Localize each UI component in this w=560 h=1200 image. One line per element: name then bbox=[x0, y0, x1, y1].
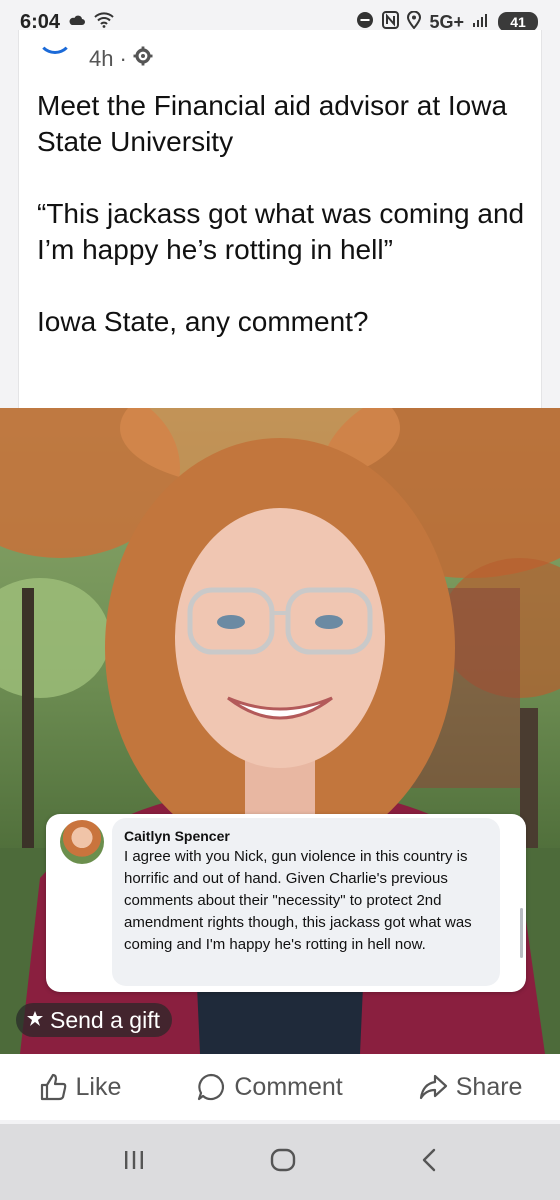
system-nav-bar bbox=[0, 1124, 560, 1200]
gift-icon bbox=[26, 1007, 44, 1034]
post-text: Meet the Financial aid advisor at Iowa S… bbox=[37, 88, 537, 340]
send-gift-label: Send a gift bbox=[50, 1006, 160, 1033]
post-paragraph: Iowa State, any comment? bbox=[37, 306, 369, 337]
post-card: 4h · Meet the Financial aid advisor at I… bbox=[18, 30, 542, 408]
post-meta: 4h · bbox=[89, 46, 153, 72]
recent-apps-icon[interactable] bbox=[121, 1148, 147, 1177]
share-icon bbox=[418, 1072, 448, 1102]
signal-icon bbox=[472, 13, 490, 32]
share-label: Share bbox=[455, 1072, 523, 1101]
gear-icon bbox=[133, 46, 153, 72]
battery-icon: 41 bbox=[498, 12, 538, 32]
comment-bubble: Caitlyn Spencer I agree with you Nick, g… bbox=[112, 818, 500, 986]
post-paragraph: “This jackass got what was coming and I’… bbox=[37, 198, 525, 265]
avatar[interactable] bbox=[37, 18, 73, 54]
post-paragraph: Meet the Financial aid advisor at Iowa S… bbox=[37, 90, 508, 157]
comment-scrollbar bbox=[520, 908, 523, 958]
like-label: Like bbox=[75, 1072, 122, 1101]
comment-screenshot: Caitlyn Spencer I agree with you Nick, g… bbox=[46, 814, 526, 992]
comment-button[interactable]: Comment bbox=[196, 1072, 343, 1102]
share-button[interactable]: Share bbox=[418, 1072, 523, 1102]
comment-author: Caitlyn Spencer bbox=[124, 828, 230, 844]
comment-avatar bbox=[60, 820, 104, 864]
post-time[interactable]: 4h bbox=[89, 46, 113, 72]
meta-separator: · bbox=[119, 46, 127, 71]
comment-body: I agree with you Nick, gun violence in t… bbox=[124, 848, 472, 953]
home-icon[interactable] bbox=[270, 1147, 296, 1178]
back-icon[interactable] bbox=[419, 1147, 439, 1178]
comment-label: Comment bbox=[234, 1072, 343, 1101]
thumbs-up-icon bbox=[38, 1072, 68, 1102]
post-action-bar: Like Comment Share bbox=[0, 1054, 560, 1120]
like-button[interactable]: Like bbox=[38, 1072, 122, 1102]
comment-icon bbox=[196, 1072, 226, 1102]
send-gift-button[interactable]: Send a gift bbox=[16, 1003, 172, 1037]
